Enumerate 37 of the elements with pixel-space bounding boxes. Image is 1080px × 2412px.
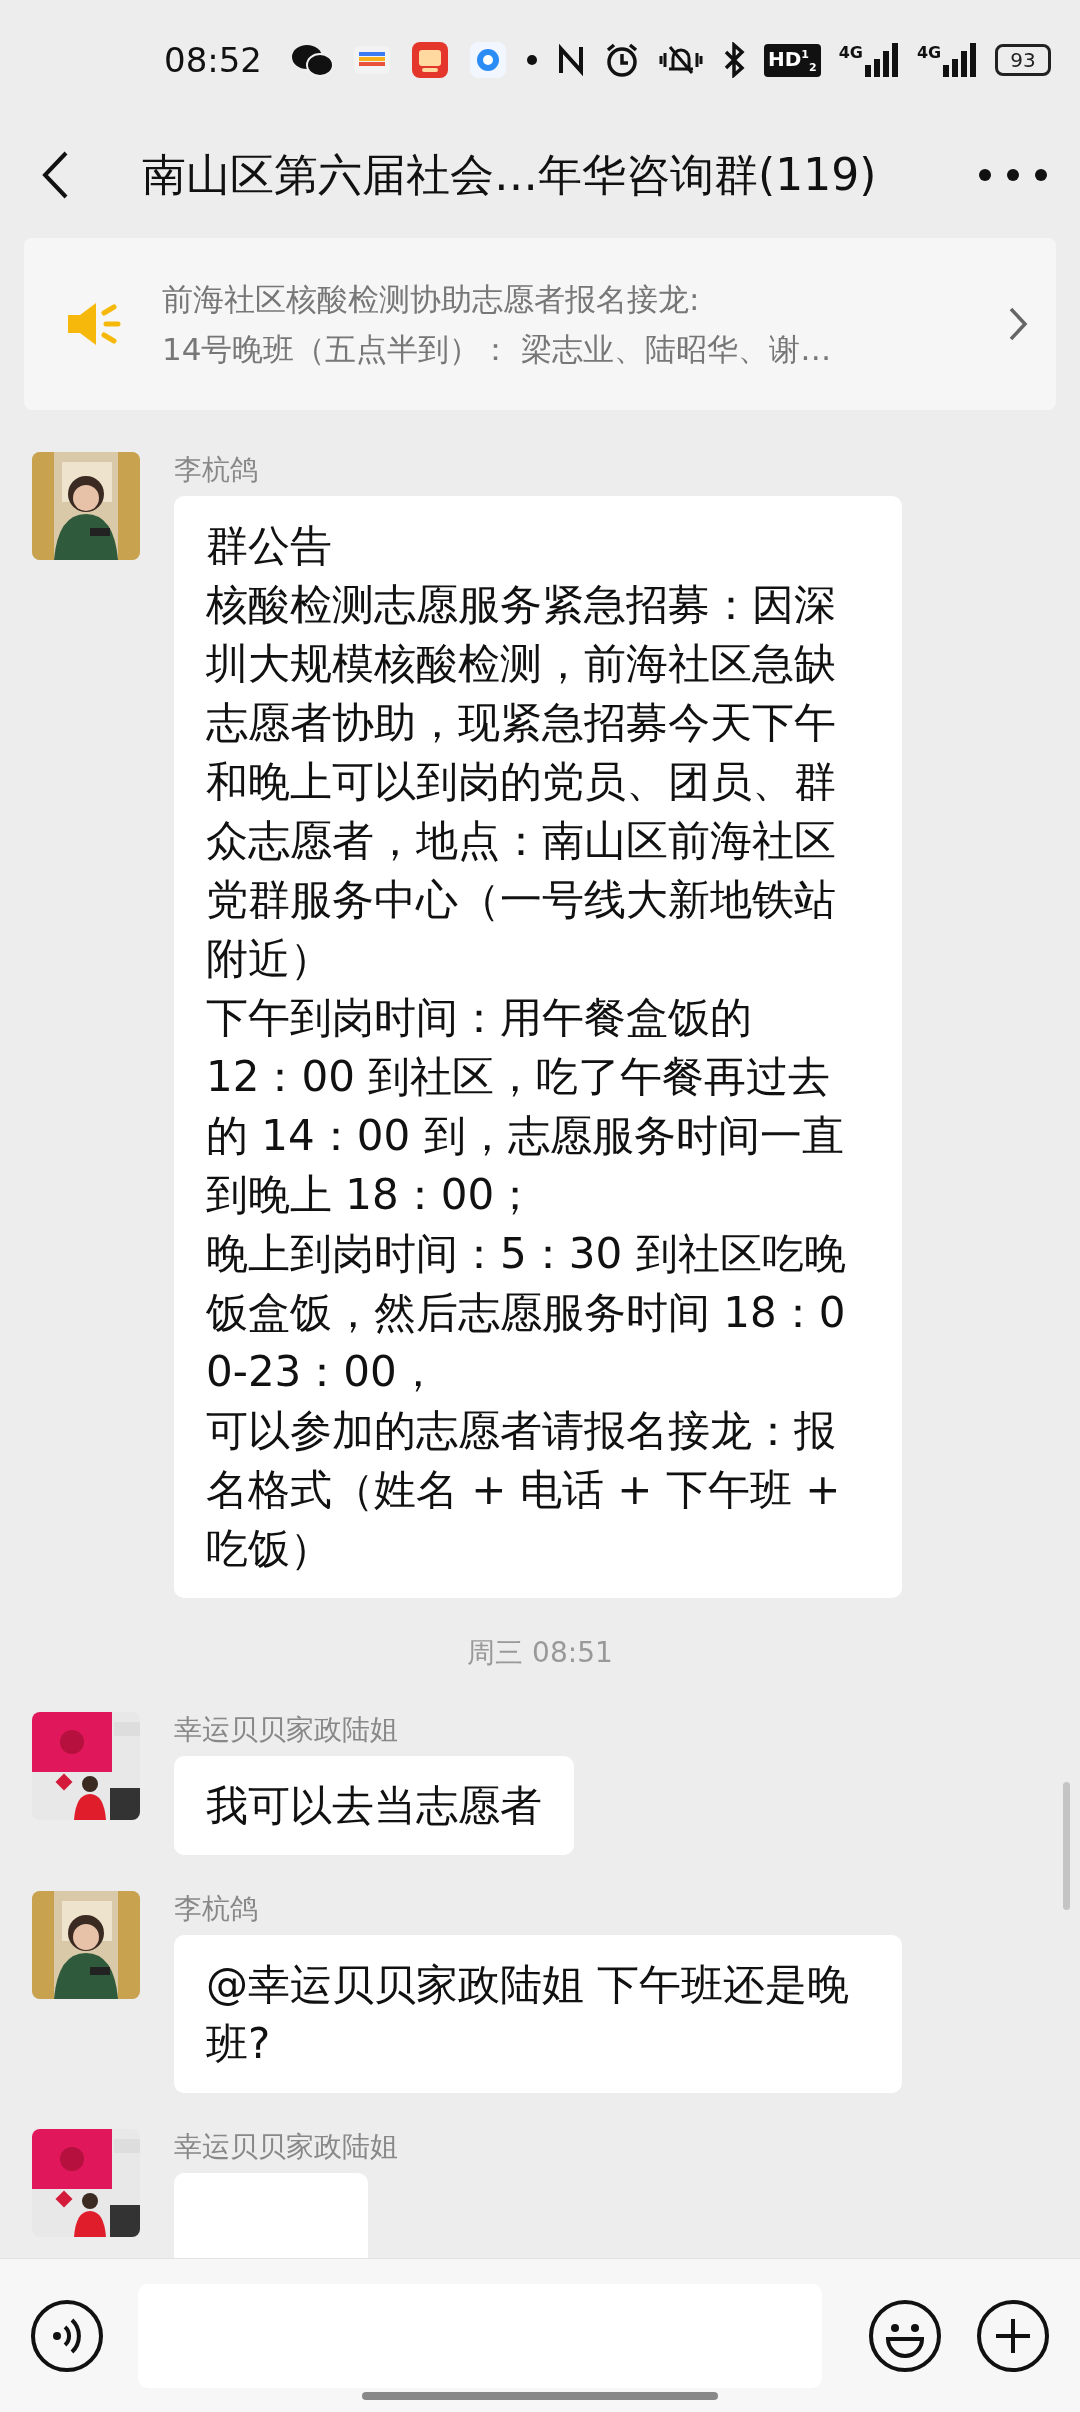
battery-level: 93 <box>995 44 1051 76</box>
circle-app-icon <box>468 40 508 80</box>
sender-name: 李杭鸽 <box>174 452 258 488</box>
signal-bars-icon <box>862 43 899 77</box>
chat-bubbles-icon <box>290 42 334 78</box>
message-text: 下午到岗时间：用午餐盒饭的 <box>206 992 753 1044</box>
sender-name: 李杭鸽 <box>174 1891 258 1927</box>
message-text: 群公告 <box>206 520 333 572</box>
network-label: 4G <box>838 43 863 62</box>
mute-bell-icon <box>658 43 704 77</box>
chevron-right-icon <box>1008 306 1028 342</box>
sender-name: 幸运贝贝家政陆姐 <box>174 2129 398 2165</box>
voice-icon[interactable] <box>30 2298 104 2373</box>
chat-title: 南山区第六届社会…年华咨询群(119) <box>142 147 878 202</box>
announcement-text: 14号晚班（五点半到）： 梁志业、陆昭华、谢… <box>162 330 833 369</box>
announcement-banner[interactable]: 前海社区核酸检测协助志愿者报名接龙: 14号晚班（五点半到）： 梁志业、陆昭华、谢… <box>24 238 1056 410</box>
bluetooth-icon <box>722 42 746 78</box>
message-text: 晚上到岗时间：5：30 到社区吃晚饭盒饭，然后志愿服务时间 18：00-23：00， <box>206 1228 847 1398</box>
shop-app-icon <box>410 40 450 80</box>
back-icon[interactable] <box>40 150 70 200</box>
dot-icon <box>526 54 538 66</box>
timestamp: 周三 08:51 <box>467 1636 613 1669</box>
network-label: 4G <box>916 43 942 62</box>
nfc-icon <box>556 43 586 77</box>
plus-icon[interactable] <box>976 2298 1050 2373</box>
emoji-icon[interactable] <box>868 2298 942 2373</box>
message-text: 我可以去当志愿者 <box>206 1780 542 1832</box>
more-icon[interactable] <box>978 168 1048 182</box>
alarm-icon <box>604 42 640 78</box>
clock-time: 08:52 <box>164 40 262 80</box>
message-text: 12：00 到社区，吃了午餐再过去的 14：00 到，志愿服务时间一直到晚上 18：00； <box>206 1051 845 1221</box>
sender-name: 幸运贝贝家政陆姐 <box>174 1712 398 1748</box>
announcement-text: 前海社区核酸检测协助志愿者报名接龙: <box>162 280 701 319</box>
message-text: 核酸检测志愿服务紧急招募：因深圳大规模核酸检测，前海社区急缺志愿者协助，现紧急招募今天下午和晚上可以到岗的党员、团员、群众志愿者，地点：南山区前海社区党群服务中心（一号线大新地铁站附近） <box>206 579 837 985</box>
signal-bars-icon <box>941 43 978 77</box>
message-text: 可以参加的志愿者请报名接龙：报名格式（姓名 + 电话 + 下午班 + 吃饭） <box>206 1405 842 1575</box>
message-text: @幸运贝贝家政陆姐 下午班还是晚班? <box>206 1959 851 2070</box>
